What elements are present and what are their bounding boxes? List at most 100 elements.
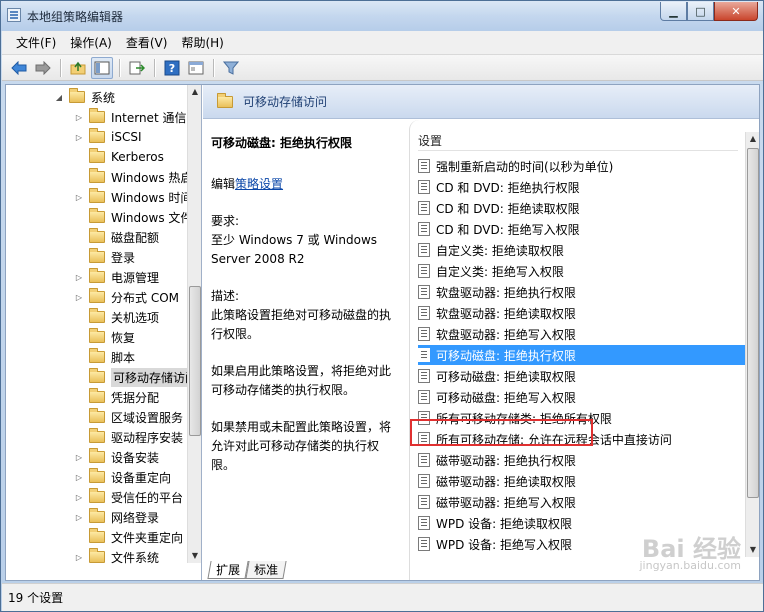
tree-item[interactable]: Windows 文件 [74,207,192,227]
folder-icon [89,188,105,203]
tree-item-label: 恢复 [111,330,136,345]
title-bar[interactable]: 本地组策略编辑器 ▁ □ ✕ [1,1,763,31]
settings-scrollbar[interactable]: ▲ ▼ [745,132,759,557]
tree-item[interactable]: ▷ Windows 时间 [74,187,192,207]
tree-item[interactable]: 登录 [74,247,135,267]
tree-item[interactable]: 关机选项 [74,307,159,327]
scrollbar-thumb[interactable] [189,286,201,436]
expand-arrow-icon[interactable]: ▷ [74,493,84,502]
setting-row[interactable]: 软盘驱动器: 拒绝读取权限 [418,303,748,323]
expand-arrow-icon[interactable]: ▷ [74,453,84,462]
setting-row[interactable]: 可移动磁盘: 拒绝写入权限 [418,387,748,407]
tree-item[interactable]: 可移动存储访问 [74,367,200,387]
tree-item[interactable]: ▷ 网络登录 [74,507,159,527]
tree-item[interactable]: ▷ iSCSI [74,127,142,147]
policy-setting-icon [418,348,430,362]
column-header-setting[interactable]: 设置 [418,132,442,149]
setting-row[interactable]: 可移动磁盘: 拒绝读取权限 [418,366,748,386]
forward-arrow-icon[interactable] [32,57,54,79]
scrollbar-thumb[interactable] [747,148,759,498]
expand-arrow-icon[interactable]: ▷ [74,553,84,562]
show-tree-icon[interactable] [91,56,113,79]
status-text: 19 个设置 [8,591,64,605]
tree-item[interactable]: ▷ 设备安装 [74,447,159,467]
up-folder-icon[interactable] [67,57,89,79]
policy-setting-icon [418,243,430,257]
setting-row[interactable]: 所有可移动存储类: 拒绝所有权限 [418,408,748,428]
tree-item[interactable]: ▷ 受信任的平台 [74,487,183,507]
policy-setting-icon [418,474,430,488]
setting-row[interactable]: CD 和 DVD: 拒绝执行权限 [418,177,748,197]
tree-item[interactable]: 驱动程序安装 [74,427,183,447]
expand-arrow-icon[interactable]: ▷ [74,133,84,142]
setting-row[interactable]: 磁带驱动器: 拒绝读取权限 [418,471,748,491]
expand-arrow-icon[interactable]: ▷ [74,473,84,482]
tree-item[interactable]: ▷ 分布式 COM [74,287,179,307]
help-icon[interactable]: ? [161,57,183,79]
setting-row[interactable]: CD 和 DVD: 拒绝读取权限 [418,198,748,218]
expanded-arrow-icon[interactable]: ◢ [54,93,64,102]
tab-extended[interactable]: 扩展 [207,561,249,579]
folder-icon [89,308,105,323]
policy-setting-icon [418,537,430,551]
maximize-button[interactable]: □ [687,2,714,21]
menu-action[interactable]: 操作(A) [63,34,119,51]
expand-arrow-icon[interactable]: ▷ [74,193,84,202]
tree-item[interactable]: ▷ 文件系统 [74,547,159,567]
edit-policy-link[interactable]: 策略设置 [235,177,283,191]
setting-row[interactable]: 磁带驱动器: 拒绝写入权限 [418,492,748,512]
tree-scrollbar[interactable]: ▲ ▼ [187,85,201,563]
setting-row[interactable]: 可移动磁盘: 拒绝执行权限 [418,345,748,365]
setting-label: 自定义类: 拒绝写入权限 [436,264,564,279]
tree-item[interactable]: 脚本 [74,347,135,367]
folder-icon [89,148,105,163]
scroll-up-icon[interactable]: ▲ [746,132,760,146]
menu-view[interactable]: 查看(V) [119,34,175,51]
setting-row[interactable]: 所有可移动存储: 允许在远程会话中直接访问 [418,429,748,449]
tree-item[interactable]: 磁盘配额 [74,227,159,247]
expand-arrow-icon[interactable]: ▷ [74,293,84,302]
policy-setting-icon [418,390,430,404]
expand-arrow-icon[interactable]: ▷ [74,273,84,282]
tab-standard[interactable]: 标准 [245,561,287,579]
scroll-down-icon[interactable]: ▼ [188,549,201,563]
menu-file[interactable]: 文件(F) [9,34,63,51]
menu-help[interactable]: 帮助(H) [174,34,230,51]
setting-row[interactable]: 磁带驱动器: 拒绝执行权限 [418,450,748,470]
tree-item[interactable]: ▷ 设备重定向 [74,467,171,487]
properties-icon[interactable] [185,57,207,79]
scroll-up-icon[interactable]: ▲ [188,85,201,99]
tree-item[interactable]: Kerberos [74,147,164,167]
expand-arrow-icon[interactable]: ▷ [74,113,84,122]
tree-item-label: 凭据分配 [111,390,160,405]
toolbar-separator [154,58,155,77]
back-arrow-icon[interactable] [8,57,30,79]
tree-item[interactable]: Windows 热启 [74,167,192,187]
tree-item[interactable]: 文件夹重定向 [74,527,183,547]
folder-icon [89,528,105,543]
setting-label: 软盘驱动器: 拒绝写入权限 [436,327,576,342]
tree-item-label: 分布式 COM [111,290,179,305]
policy-setting-icon [418,369,430,383]
tree-item[interactable]: 恢复 [74,327,135,347]
tree-item[interactable]: ▷ 电源管理 [74,267,159,287]
setting-row[interactable]: 软盘驱动器: 拒绝写入权限 [418,324,748,344]
setting-row[interactable]: 自定义类: 拒绝读取权限 [418,240,748,260]
setting-row[interactable]: CD 和 DVD: 拒绝写入权限 [418,219,748,239]
export-list-icon[interactable] [126,57,148,79]
expand-arrow-icon[interactable]: ▷ [74,513,84,522]
policy-setting-icon [418,516,430,530]
close-button[interactable]: ✕ [714,2,758,21]
filter-icon[interactable] [220,57,242,79]
scroll-down-icon[interactable]: ▼ [746,543,760,557]
setting-row[interactable]: 强制重新启动的时间(以秒为单位) [418,156,748,176]
tree-item[interactable]: 区域设置服务 [74,407,183,427]
tree-root-system[interactable]: ◢ 系统 [54,87,115,107]
folder-icon [89,328,105,343]
setting-row[interactable]: 软盘驱动器: 拒绝执行权限 [418,282,748,302]
tree-item[interactable]: ▷ Internet 通信 [74,107,186,127]
setting-row[interactable]: 自定义类: 拒绝写入权限 [418,261,748,281]
tree-item[interactable]: 凭据分配 [74,387,159,407]
minimize-button[interactable]: ▁ [660,2,687,21]
details-header-title: 可移动存储访问 [243,95,328,109]
